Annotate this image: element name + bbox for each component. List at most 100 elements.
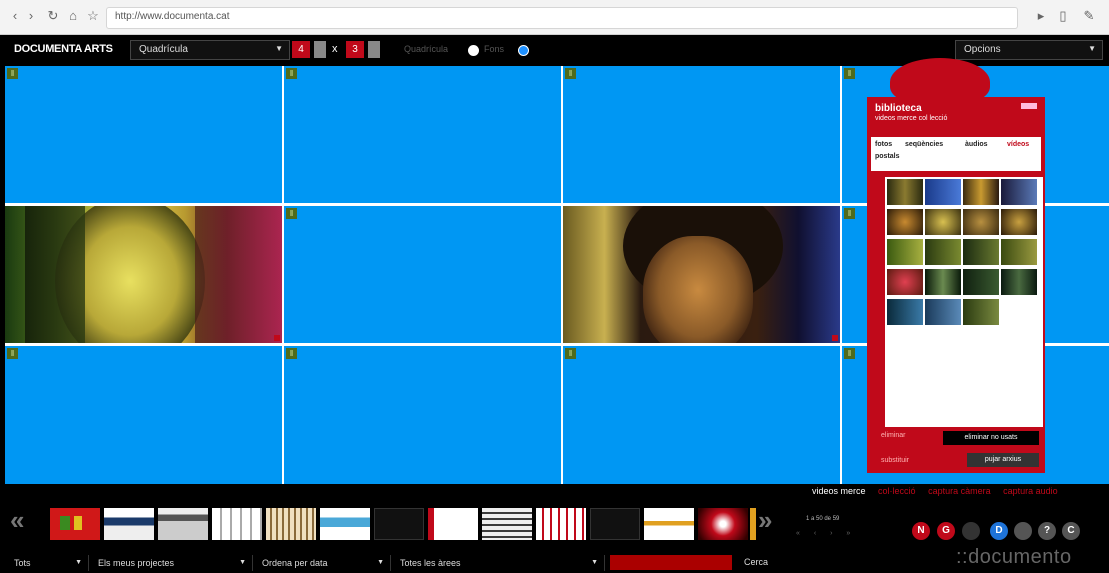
library-thumbnail[interactable] [887,269,923,295]
tab-audios[interactable]: àudios [965,141,988,148]
library-thumbnail[interactable] [963,179,999,205]
grid-cell[interactable]: ‖ [563,66,840,203]
project-thumbnail[interactable] [750,508,756,540]
library-thumbnail[interactable] [1001,179,1037,205]
video-thumbnail-boy[interactable] [563,206,840,343]
grid-cell[interactable]: ‖ [5,346,282,484]
library-thumbnail[interactable] [925,209,961,235]
tab-videos[interactable]: vídeos [1007,141,1029,148]
cell-handle-icon[interactable]: ‖ [7,348,18,359]
project-thumbnail[interactable] [644,508,694,540]
cols-input[interactable]: 3 [346,41,364,58]
delete-unused-button[interactable]: eliminar no usats [943,431,1039,445]
reload-icon[interactable]: ↻ [46,9,60,23]
library-thumbnail[interactable] [1001,269,1037,295]
next-page-icon[interactable]: » [758,505,772,536]
circle-button-d[interactable]: D [990,522,1008,540]
view-option-radio-background[interactable] [518,45,529,56]
settings-circle-icon[interactable] [1014,522,1032,540]
play-icon[interactable]: ▸ [1034,9,1048,23]
cell-handle-icon[interactable]: ‖ [286,68,297,79]
tab-sequences[interactable]: seqüències [905,141,943,148]
project-thumbnail[interactable] [212,508,262,540]
delete-all-button[interactable]: eliminar [881,432,906,439]
upload-button[interactable]: pujar arxius [967,453,1039,467]
project-thumbnail[interactable] [320,508,370,540]
cell-handle-icon[interactable]: ‖ [844,348,855,359]
page-nav[interactable]: « ‹ › » [796,530,856,537]
project-thumbnail[interactable] [698,508,748,540]
window-controls-icon[interactable] [1021,103,1037,109]
close-icon[interactable] [832,335,838,341]
circle-button-n[interactable]: N [912,522,930,540]
forward-icon[interactable]: › [24,9,38,23]
library-thumbnail[interactable] [1001,239,1037,265]
grid-cell[interactable]: ‖ [284,346,561,484]
library-thumbnail[interactable] [963,209,999,235]
project-thumbnail[interactable] [266,508,316,540]
rows-stepper[interactable] [314,41,326,58]
media-tab-collection[interactable]: col·lecció [878,486,916,496]
project-thumbnail[interactable] [158,508,208,540]
media-tab-videos[interactable]: videos merce [812,486,866,496]
page-icon[interactable]: ▯ [1056,9,1070,23]
close-icon[interactable] [274,335,280,341]
grid-cell[interactable]: ‖ [284,206,561,343]
library-thumbnail[interactable] [925,239,961,265]
rows-input[interactable]: 4 [292,41,310,58]
library-thumbnail[interactable] [1001,209,1037,235]
tab-photos[interactable]: fotos [875,141,892,148]
video-thumbnail-girl[interactable] [5,206,282,343]
cell-handle-icon[interactable]: ‖ [565,348,576,359]
options-select[interactable]: Opcions ▼ [955,40,1103,60]
cell-handle-icon[interactable]: ‖ [7,68,18,79]
filter-all-select[interactable]: Tots ▼ [8,555,89,571]
project-thumbnail[interactable] [482,508,532,540]
cell-handle-icon[interactable]: ‖ [565,68,576,79]
help-button[interactable]: ? [1038,522,1056,540]
project-thumbnail[interactable] [50,508,100,540]
media-tab-audio[interactable]: captura audio [1003,486,1058,496]
home-icon[interactable]: ⌂ [66,9,80,23]
wrench-icon[interactable]: ✎ [1082,9,1096,23]
library-thumbnail[interactable] [887,209,923,235]
project-thumbnail[interactable] [428,508,478,540]
library-thumbnail[interactable] [963,239,999,265]
search-button[interactable]: Cerca [744,557,768,567]
grid-cell[interactable]: ‖ [284,66,561,203]
cell-handle-icon[interactable]: ‖ [286,208,297,219]
library-thumbnail[interactable] [925,179,961,205]
areas-select[interactable]: Totes les àrees ▼ [394,555,605,571]
library-thumbnail[interactable] [887,239,923,265]
library-thumbnail[interactable] [925,299,961,325]
project-thumbnail[interactable] [374,508,424,540]
project-thumbnail[interactable] [104,508,154,540]
circle-button-c[interactable]: C [1062,522,1080,540]
cell-handle-icon[interactable]: ‖ [844,68,855,79]
star-icon[interactable]: ☆ [86,9,100,23]
grid-cell[interactable]: ‖ [563,346,840,484]
media-tab-camera[interactable]: captura càmera [928,486,991,496]
circle-button-g[interactable]: G [937,522,955,540]
search-input[interactable] [610,555,732,570]
grid-cell[interactable]: ‖ [5,66,282,203]
layout-select[interactable]: Quadrícula ▼ [130,40,290,60]
cell-handle-icon[interactable]: ‖ [844,208,855,219]
my-projects-select[interactable]: Els meus projectes ▼ [92,555,253,571]
library-thumbnail[interactable] [887,299,923,325]
project-thumbnail[interactable] [536,508,586,540]
library-thumbnail[interactable] [963,269,999,295]
cols-stepper[interactable] [368,41,380,58]
view-option-radio-grid[interactable] [468,45,479,56]
library-thumbnail[interactable] [887,179,923,205]
replace-button[interactable]: substituir [881,457,909,464]
cell-handle-icon[interactable]: ‖ [286,348,297,359]
project-thumbnail[interactable] [590,508,640,540]
order-select[interactable]: Ordena per data ▼ [256,555,391,571]
prev-page-icon[interactable]: « [10,505,24,536]
address-bar[interactable]: http://www.documenta.cat [106,7,1018,29]
circle-button-blank[interactable] [962,522,980,540]
tab-postcards[interactable]: postals [875,153,900,160]
back-icon[interactable]: ‹ [8,9,22,23]
library-thumbnail[interactable] [963,299,999,325]
